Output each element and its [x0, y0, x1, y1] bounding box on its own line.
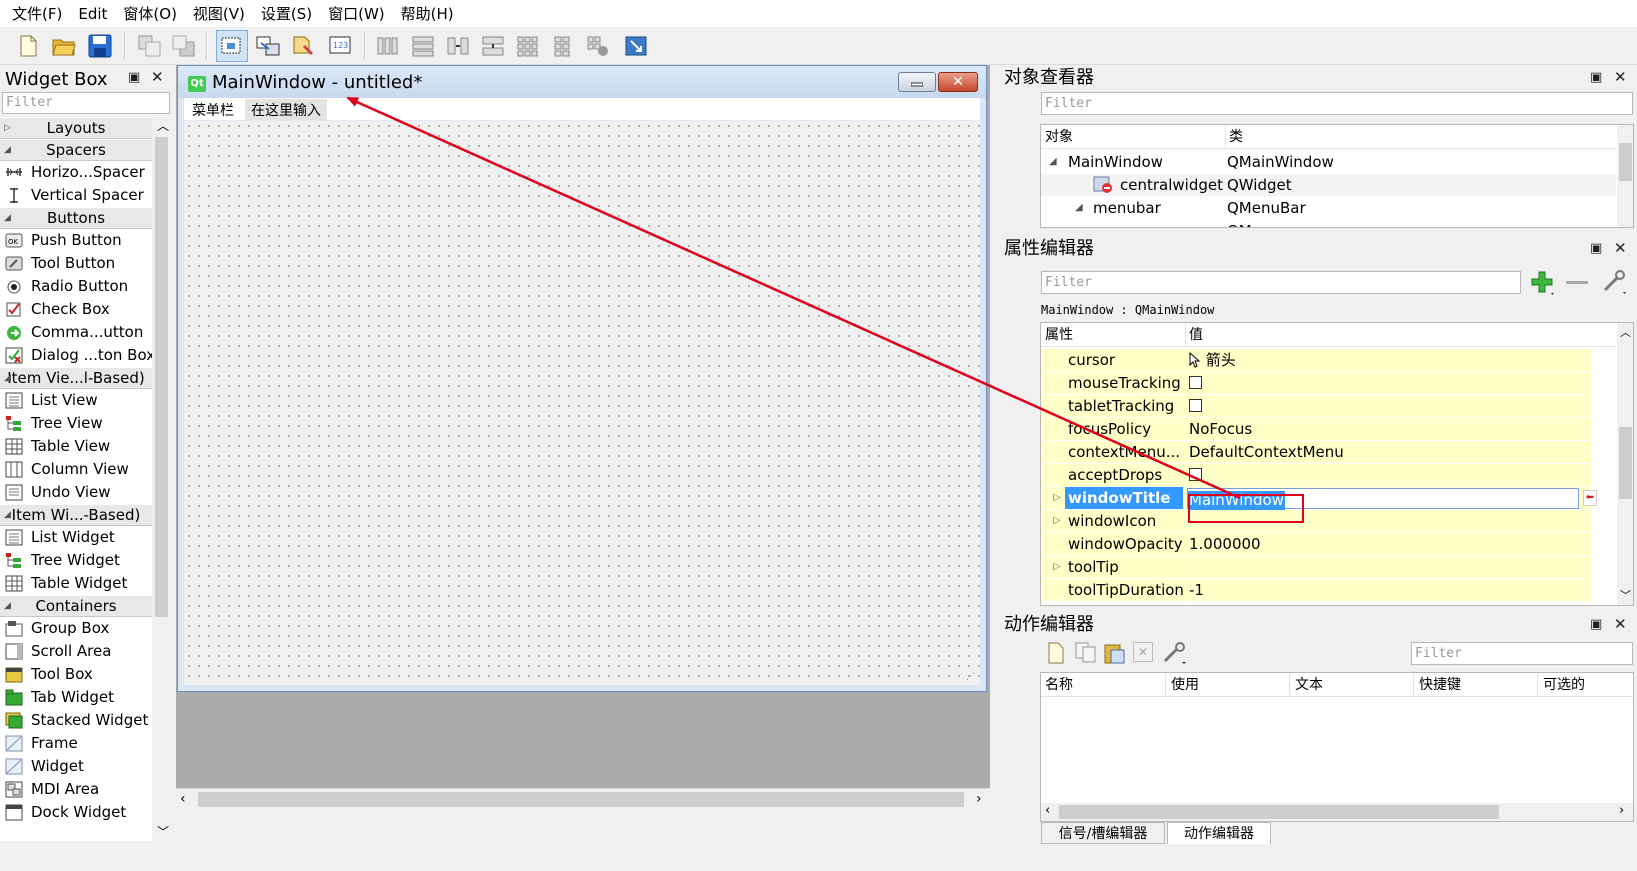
- annotation-arrow: [346, 96, 1241, 500]
- qt-designer-window: 文件(F) Edit 窗体(O) 视图(V) 设置(S) 窗口(W) 帮助(H): [0, 0, 1637, 871]
